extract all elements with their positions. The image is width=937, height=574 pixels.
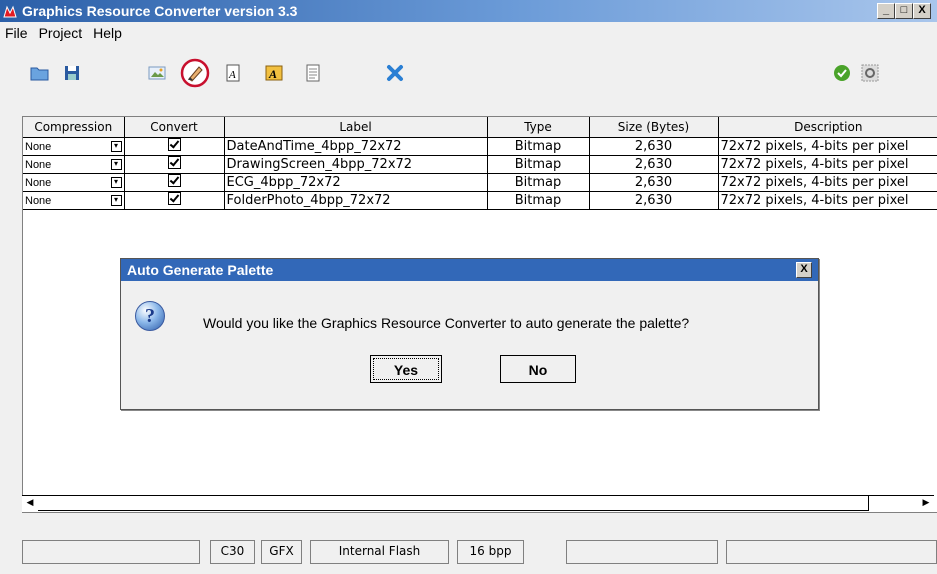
microchip-logo-icon: [3, 5, 17, 18]
scrollbar-thumb[interactable]: [38, 496, 869, 511]
convert-checkbox[interactable]: [167, 138, 181, 151]
convert-checkbox[interactable]: [167, 192, 181, 205]
label-cell[interactable]: DateAndTime_4bpp_72x72: [223, 137, 488, 156]
dialog-title: Auto Generate Palette: [127, 262, 274, 278]
compression-combo[interactable]: None ▾: [23, 155, 125, 174]
column-header-convert[interactable]: Convert: [123, 117, 225, 138]
font-bold-icon[interactable]: A: [263, 62, 285, 84]
maximize-button[interactable]: □: [895, 3, 913, 19]
toolbar: A A: [0, 50, 937, 105]
status-memory: Internal Flash: [310, 540, 449, 564]
close-button[interactable]: X: [913, 3, 931, 19]
table-row[interactable]: None ▾ ECG_4bpp_72x72 Bitmap 2,630 72x72 …: [23, 173, 937, 192]
compression-value: None: [25, 194, 52, 207]
question-icon: ?: [135, 301, 165, 331]
yes-button[interactable]: Yes: [370, 355, 442, 383]
convert-checkbox-cell[interactable]: [123, 173, 225, 192]
minimize-button[interactable]: _: [877, 3, 895, 19]
table-row[interactable]: None ▾ DrawingScreen_4bpp_72x72 Bitmap 2,…: [23, 155, 937, 174]
compression-value: None: [25, 158, 52, 171]
convert-checkbox-cell[interactable]: [123, 155, 225, 174]
compression-value: None: [25, 176, 52, 189]
type-cell: Bitmap: [486, 191, 590, 210]
ok-check-icon[interactable]: [831, 62, 853, 84]
resource-table: Compression Convert Label Type Size (Byt…: [23, 117, 937, 210]
status-field-6: [566, 540, 718, 564]
dropdown-arrow-icon[interactable]: ▾: [110, 159, 122, 170]
dialog-close-button[interactable]: X: [796, 262, 812, 278]
dropdown-arrow-icon[interactable]: ▾: [110, 195, 122, 206]
size-cell: 2,630: [588, 137, 719, 156]
menu-help[interactable]: Help: [88, 23, 128, 43]
description-cell: 72x72 pixels, 4-bits per pixel: [717, 191, 937, 210]
status-field-7: [726, 540, 937, 564]
status-bpp: 16 bpp: [457, 540, 524, 564]
menu-project[interactable]: Project: [34, 23, 89, 43]
document-icon[interactable]: [302, 62, 324, 84]
brush-palette-icon[interactable]: [180, 58, 210, 88]
delete-x-icon[interactable]: [384, 62, 406, 84]
convert-checkbox-cell[interactable]: [123, 191, 225, 210]
window-title: Graphics Resource Converter version 3.3: [22, 3, 298, 19]
label-cell[interactable]: ECG_4bpp_72x72: [223, 173, 488, 192]
column-header-label[interactable]: Label: [223, 117, 488, 138]
type-cell: Bitmap: [486, 155, 590, 174]
status-compiler: C30: [210, 540, 255, 564]
description-cell: 72x72 pixels, 4-bits per pixel: [717, 137, 937, 156]
menu-bar: File Project Help: [0, 23, 128, 43]
svg-text:A: A: [228, 69, 236, 81]
svg-text:A: A: [268, 67, 277, 81]
size-cell: 2,630: [588, 191, 719, 210]
auto-generate-palette-dialog: Auto Generate Palette X ? Would you like…: [120, 258, 819, 410]
type-cell: Bitmap: [486, 173, 590, 192]
title-bar: Graphics Resource Converter version 3.3 …: [0, 0, 937, 22]
table-row[interactable]: None ▾ DateAndTime_4bpp_72x72 Bitmap 2,63…: [23, 137, 937, 156]
convert-checkbox[interactable]: [167, 156, 181, 169]
font-icon[interactable]: A: [222, 62, 244, 84]
no-button[interactable]: No: [500, 355, 576, 383]
type-cell: Bitmap: [486, 137, 590, 156]
scroll-left-icon[interactable]: ◀: [22, 496, 38, 511]
status-field-1: [22, 540, 200, 564]
save-icon[interactable]: [61, 62, 83, 84]
horizontal-scrollbar[interactable]: ◀ ▶: [22, 495, 934, 512]
description-cell: 72x72 pixels, 4-bits per pixel: [717, 155, 937, 174]
scroll-right-icon[interactable]: ▶: [918, 496, 934, 511]
dropdown-arrow-icon[interactable]: ▾: [110, 177, 122, 188]
status-bar: C30 GFX Internal Flash 16 bpp: [0, 530, 937, 574]
dropdown-arrow-icon[interactable]: ▾: [110, 141, 122, 152]
column-header-size[interactable]: Size (Bytes): [588, 117, 719, 138]
label-cell[interactable]: FolderPhoto_4bpp_72x72: [223, 191, 488, 210]
bitmap-icon[interactable]: [146, 62, 168, 84]
convert-checkbox[interactable]: [167, 174, 181, 187]
column-header-type[interactable]: Type: [486, 117, 590, 138]
dialog-title-bar: Auto Generate Palette X: [121, 259, 818, 281]
column-header-description[interactable]: Description: [717, 117, 937, 138]
convert-checkbox-cell[interactable]: [123, 137, 225, 156]
menu-file[interactable]: File: [0, 23, 34, 43]
compression-value: None: [25, 140, 52, 153]
compression-combo[interactable]: None ▾: [23, 173, 125, 192]
table-row[interactable]: None ▾ FolderPhoto_4bpp_72x72 Bitmap 2,63…: [23, 191, 937, 210]
label-cell[interactable]: DrawingScreen_4bpp_72x72: [223, 155, 488, 174]
size-cell: 2,630: [588, 173, 719, 192]
compression-combo[interactable]: None ▾: [23, 191, 125, 210]
settings-icon[interactable]: [859, 62, 881, 84]
status-format: GFX: [261, 540, 302, 564]
open-folder-icon[interactable]: [29, 62, 51, 84]
dialog-message: Would you like the Graphics Resource Con…: [203, 315, 690, 331]
description-cell: 72x72 pixels, 4-bits per pixel: [717, 173, 937, 192]
column-header-compression[interactable]: Compression: [23, 117, 125, 138]
compression-combo[interactable]: None ▾: [23, 137, 125, 156]
table-header-row: Compression Convert Label Type Size (Byt…: [23, 117, 937, 138]
size-cell: 2,630: [588, 155, 719, 174]
